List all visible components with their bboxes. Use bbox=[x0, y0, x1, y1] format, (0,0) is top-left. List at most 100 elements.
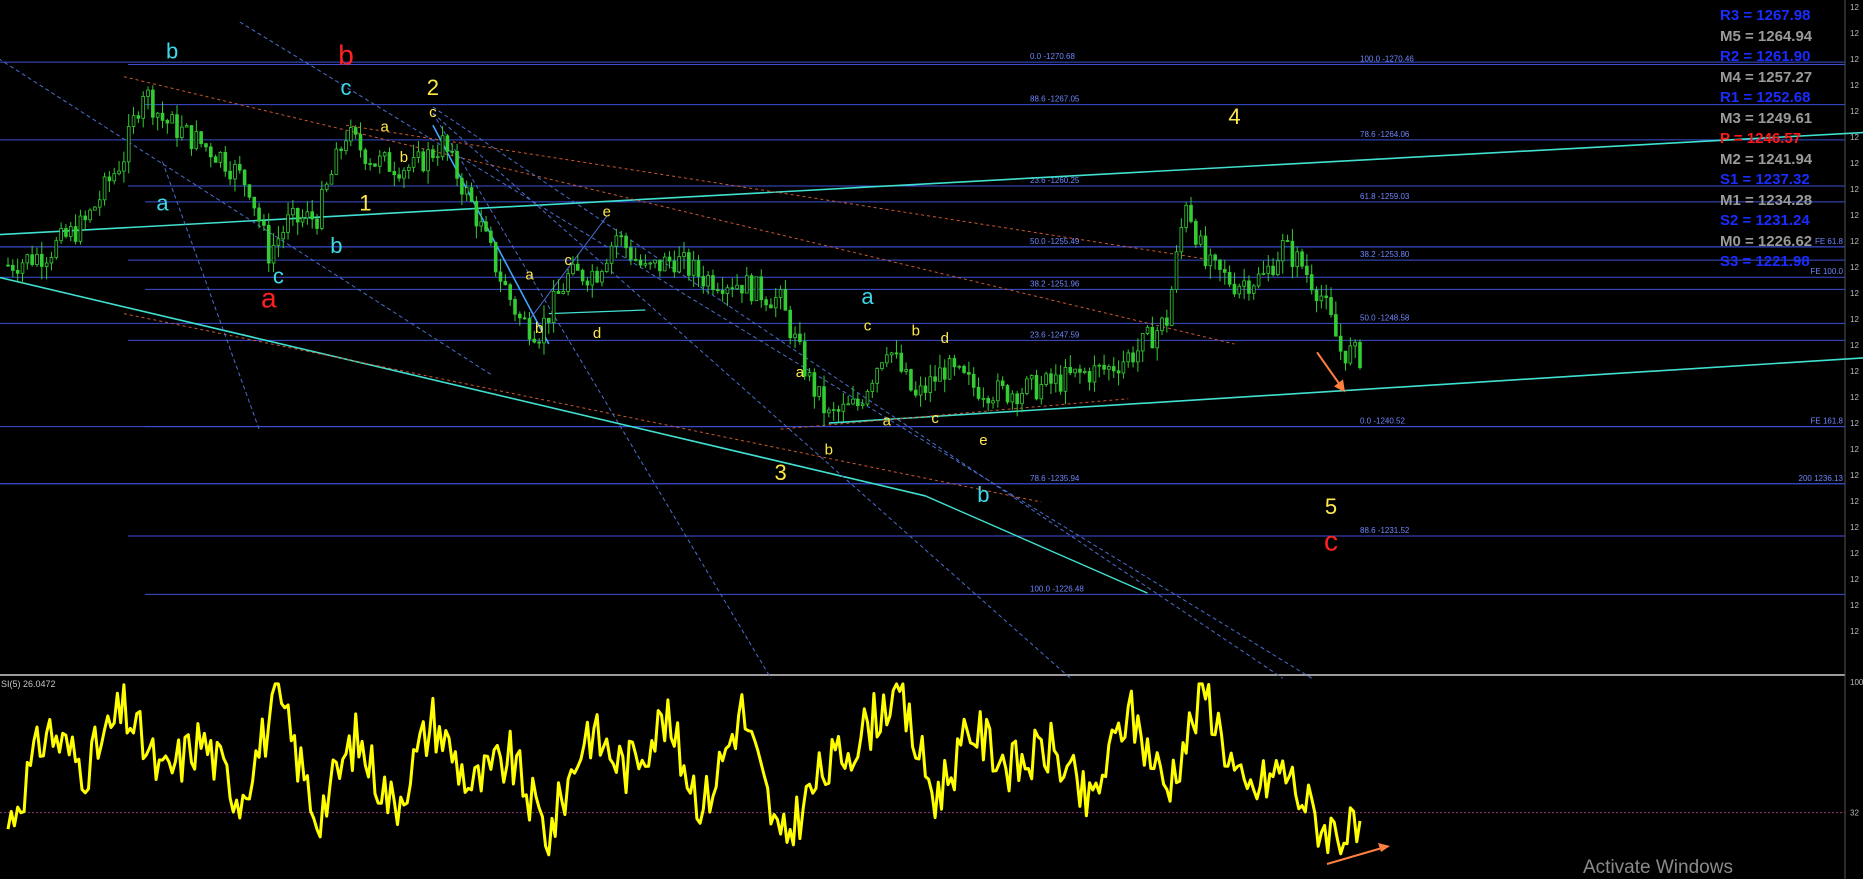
candle-body bbox=[1184, 204, 1188, 228]
wave-label: e bbox=[603, 203, 611, 220]
candle-body bbox=[165, 119, 170, 124]
candle-body bbox=[575, 263, 580, 271]
candle-body bbox=[40, 253, 44, 267]
wave-label: 3 bbox=[774, 460, 786, 485]
candle-body bbox=[1285, 240, 1290, 242]
candle-body bbox=[170, 114, 174, 124]
candle-body bbox=[638, 259, 643, 266]
candle-body bbox=[730, 287, 735, 290]
candle-body bbox=[633, 259, 638, 261]
candle-body bbox=[556, 290, 561, 294]
fib-level-label: 0.0 -1240.52 bbox=[1360, 417, 1405, 426]
candle-body bbox=[1227, 271, 1232, 285]
candle-body bbox=[175, 114, 179, 138]
axis-tick-label: 12 bbox=[1850, 159, 1859, 168]
candle-body bbox=[904, 369, 908, 372]
candle-body bbox=[368, 163, 372, 165]
candle-body bbox=[1102, 364, 1106, 370]
candle-body bbox=[1358, 341, 1362, 369]
candle-body bbox=[909, 369, 913, 391]
candle-body bbox=[1276, 260, 1280, 276]
candle-body bbox=[682, 252, 686, 258]
axis-tick-label: 12 bbox=[1850, 393, 1859, 402]
axis-tick-label: 12 bbox=[1850, 341, 1859, 350]
fan-line bbox=[0, 58, 492, 375]
candle-body bbox=[1174, 251, 1179, 291]
candle-body bbox=[658, 259, 662, 272]
candle-body bbox=[93, 206, 97, 211]
candle-body bbox=[276, 238, 281, 246]
candle-body bbox=[160, 112, 165, 121]
candle-body bbox=[1194, 221, 1198, 245]
wave-label: a bbox=[525, 267, 534, 284]
wave-label: c bbox=[273, 263, 284, 288]
wave-label: b bbox=[912, 323, 920, 340]
wave-label: b bbox=[330, 233, 342, 258]
candle-body bbox=[88, 209, 92, 221]
pivot-level: S2 = 1231.24 bbox=[1720, 212, 1810, 229]
candle-body bbox=[1150, 326, 1155, 349]
rsi-panel[interactable] bbox=[0, 682, 1845, 865]
pivot-level: M1 = 1234.28 bbox=[1720, 191, 1813, 209]
pivot-level: M3 = 1249.61 bbox=[1720, 109, 1813, 127]
fib-level-label: 61.8 -1259.03 bbox=[1360, 192, 1410, 201]
fib-level-label: 78.6 -1235.94 bbox=[1030, 474, 1080, 483]
candle-body bbox=[1348, 345, 1353, 364]
candle-body bbox=[421, 151, 426, 172]
candle-body bbox=[484, 221, 488, 232]
candle-body bbox=[310, 211, 314, 220]
candle-body bbox=[44, 262, 49, 267]
candle-body bbox=[373, 163, 377, 167]
candle-body bbox=[498, 271, 503, 282]
candle-body bbox=[493, 242, 498, 273]
candle-body bbox=[184, 125, 189, 128]
candle-body bbox=[913, 389, 918, 396]
candle-body bbox=[1314, 289, 1319, 302]
candle-body bbox=[305, 211, 310, 219]
candle-body bbox=[102, 176, 107, 201]
pivot-level: M2 = 1241.94 bbox=[1720, 150, 1813, 168]
candle-body bbox=[1087, 371, 1092, 383]
candle-body bbox=[122, 161, 126, 172]
red-dashed-trendline bbox=[345, 124, 1206, 260]
candle-body bbox=[1044, 373, 1048, 385]
fan-line bbox=[432, 106, 1284, 679]
candle-body bbox=[1029, 375, 1034, 380]
candle-body bbox=[1039, 384, 1044, 400]
lower-channel-line-ext bbox=[925, 495, 1148, 594]
rsi-line bbox=[6, 682, 1362, 857]
candle-body bbox=[1237, 285, 1242, 295]
candle-body bbox=[962, 365, 966, 373]
candle-body bbox=[1232, 283, 1237, 295]
candle-body bbox=[295, 208, 300, 223]
candle-body bbox=[358, 133, 363, 151]
candle-body bbox=[614, 235, 619, 247]
price-chart[interactable]: 0.0 -1270.68 100.0 -1270.46 88.6 -1267.05 7… bbox=[0, 0, 1863, 879]
candle-body bbox=[841, 403, 846, 412]
candle-body bbox=[880, 362, 884, 369]
wave-label: a bbox=[883, 412, 892, 429]
candle-body bbox=[1324, 295, 1329, 298]
fe-level-label: 200 1236.13 bbox=[1799, 474, 1844, 483]
candle-body bbox=[585, 280, 590, 286]
candle-body bbox=[595, 270, 599, 283]
rsi-axis-label: 100 bbox=[1850, 678, 1863, 687]
candle-body bbox=[1034, 375, 1039, 400]
candle-body bbox=[146, 89, 150, 97]
candle-body bbox=[204, 143, 208, 148]
candle-body bbox=[513, 299, 517, 315]
candle-body bbox=[1025, 378, 1029, 394]
wave-label: 1 bbox=[359, 190, 371, 215]
candle-body bbox=[1309, 274, 1314, 291]
wave-label: b bbox=[977, 482, 989, 507]
wave-label: a bbox=[156, 190, 169, 215]
fib-level-label: 100.0 -1226.48 bbox=[1030, 584, 1084, 593]
candle-body bbox=[933, 376, 937, 382]
pivot-levels-panel: R3 = 1267.98 M5 = 1264.94 R2 = 1261.90 M4 =… bbox=[1720, 6, 1840, 273]
candle-body bbox=[1010, 393, 1015, 403]
candle-body bbox=[662, 256, 667, 272]
wave-label: c bbox=[864, 318, 872, 335]
fib-level-label: 38.2 -1251.96 bbox=[1030, 279, 1080, 288]
candle-body bbox=[1338, 335, 1343, 352]
candle-body bbox=[1261, 272, 1266, 275]
